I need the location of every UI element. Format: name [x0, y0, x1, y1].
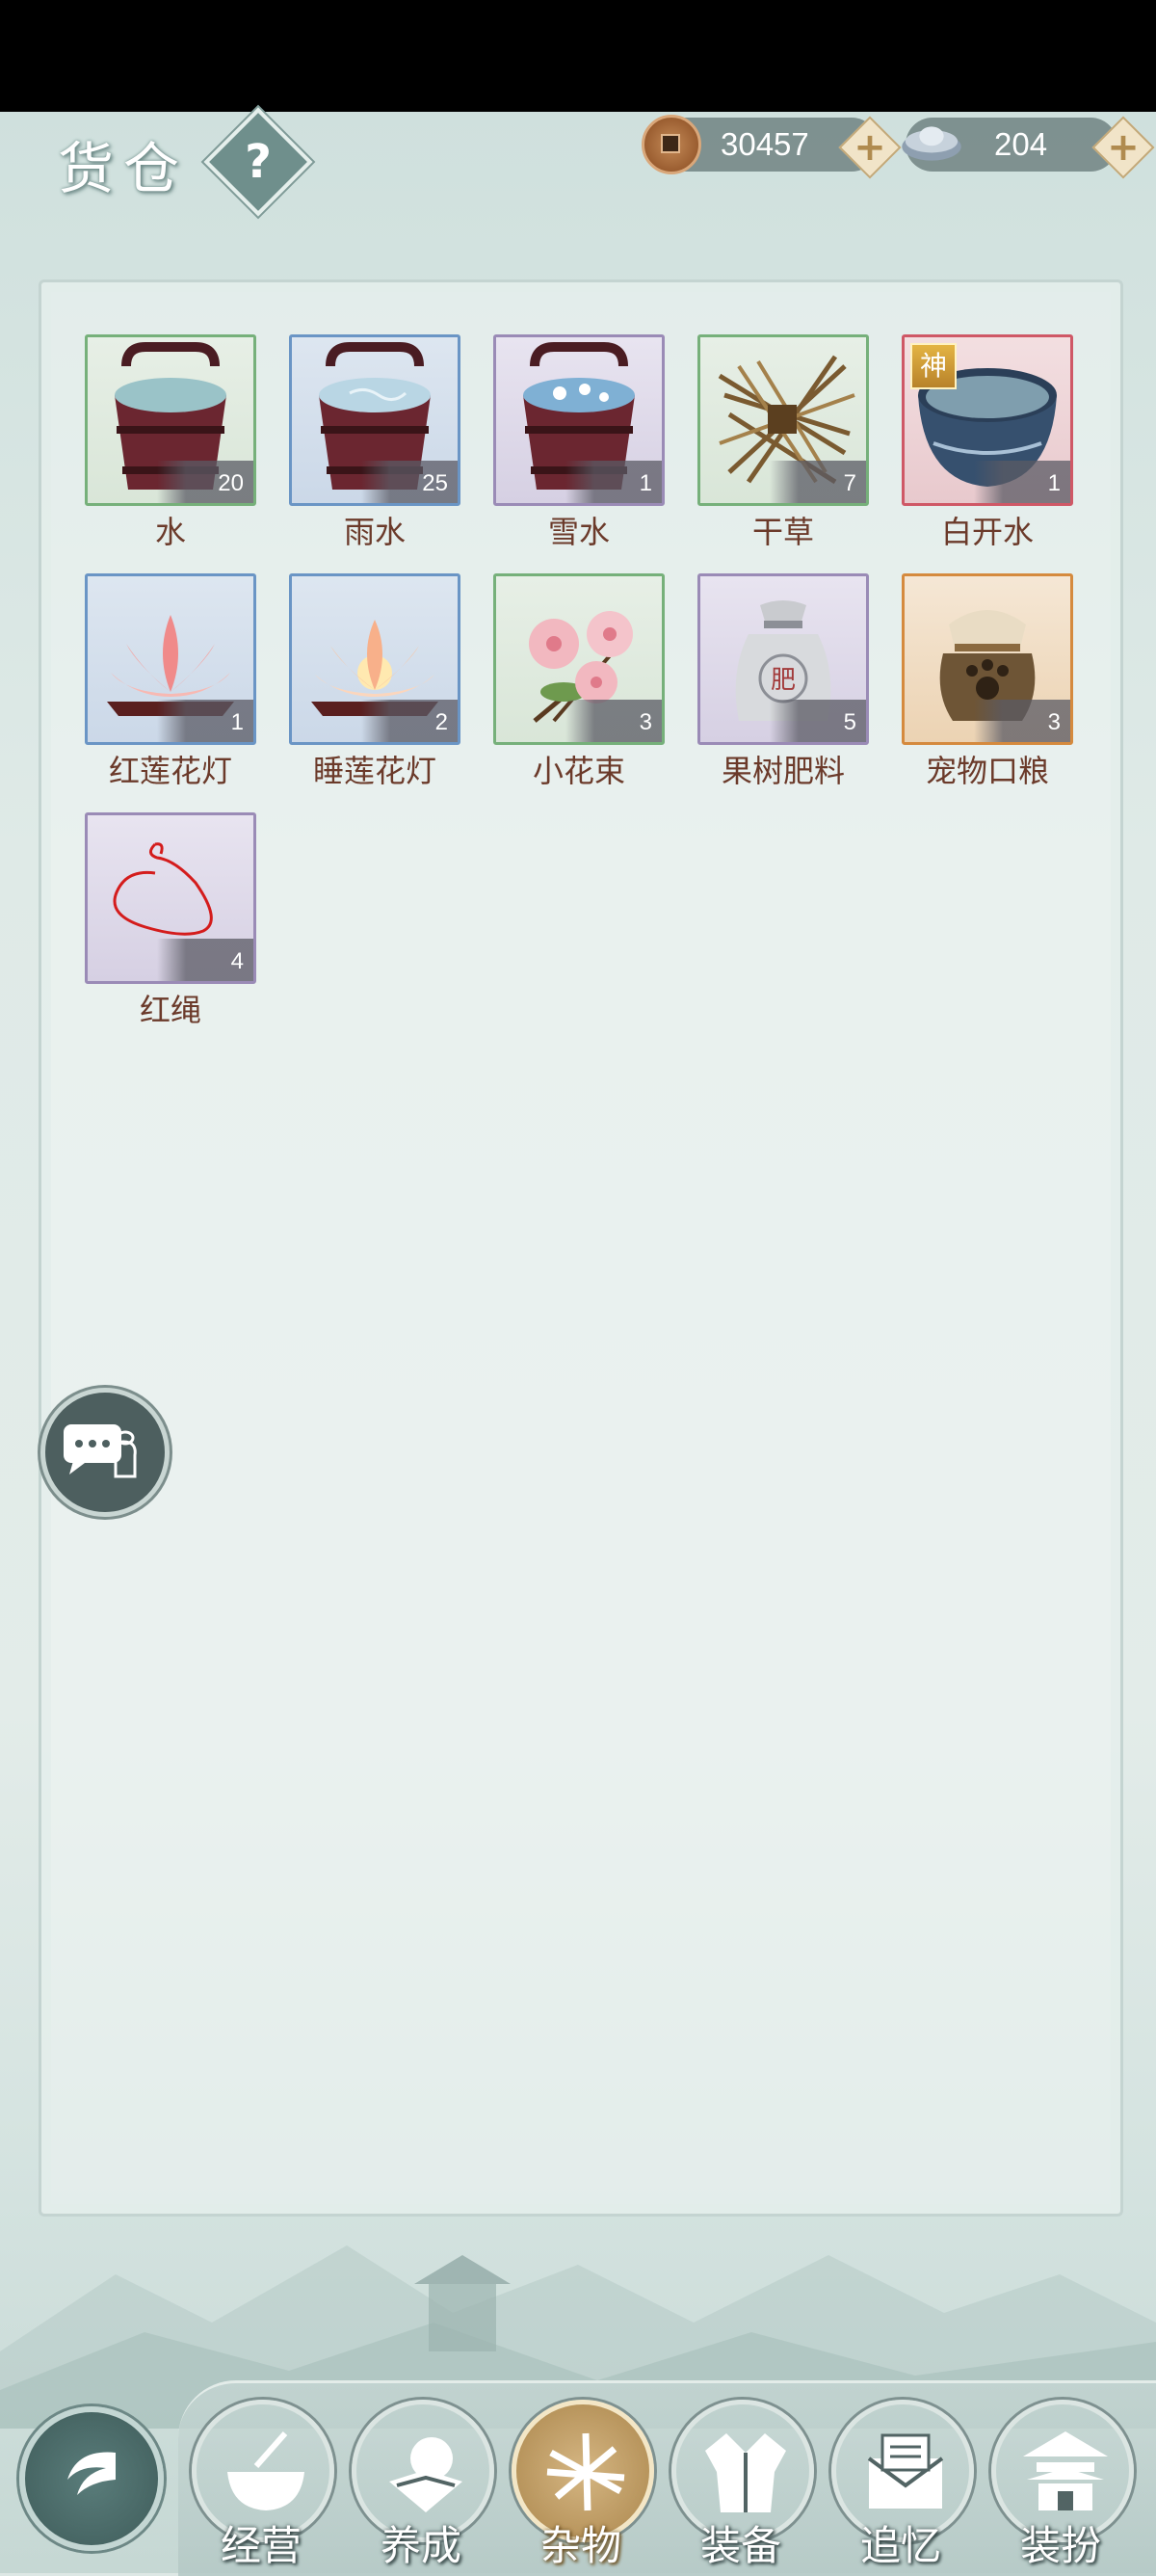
- item-slot: 肥 5: [697, 573, 869, 745]
- tab-misc[interactable]: 杂物: [509, 2400, 654, 2573]
- tab-label: 经营: [220, 2522, 302, 2569]
- silver-ingot-value: 204: [994, 126, 1048, 162]
- copper-coin-icon: [642, 115, 701, 174]
- item-slot: 3: [902, 573, 1073, 745]
- item-slot: 1: [85, 573, 256, 745]
- inventory-item-pet-food[interactable]: 3 宠物口粮: [902, 573, 1073, 797]
- item-count: 2: [434, 709, 448, 735]
- item-slot: 4: [85, 812, 256, 984]
- item-count: 1: [639, 470, 652, 496]
- question-icon: ?: [245, 135, 272, 189]
- tab-business[interactable]: 经营: [189, 2400, 334, 2573]
- page-title: 货仓: [58, 136, 190, 201]
- bowl-icon: [227, 2431, 304, 2510]
- tab-label: 追忆: [859, 2522, 941, 2569]
- back-button[interactable]: [19, 2406, 164, 2551]
- item-slot: 1: [493, 334, 665, 506]
- item-count: 25: [422, 470, 448, 496]
- item-label: 红绳: [139, 992, 201, 1028]
- item-slot: 25: [289, 334, 460, 506]
- inventory-item-hay[interactable]: 7 干草: [697, 334, 869, 558]
- item-count: 20: [218, 470, 244, 496]
- item-label: 宠物口粮: [925, 753, 1049, 789]
- inventory-item-red-lotus-lantern[interactable]: 1 红莲花灯: [85, 573, 256, 797]
- back-arrow-icon: [67, 2452, 116, 2495]
- inventory-item-fruit-tree-fertilizer[interactable]: 肥 5 果树肥料: [697, 573, 869, 797]
- tab-dress-up[interactable]: 装扮: [988, 2400, 1134, 2573]
- inventory-item-water-lily-lantern[interactable]: 2 睡莲花灯: [289, 573, 460, 797]
- copper-coin-value: 30457: [721, 126, 809, 162]
- inventory-item-water[interactable]: 20 水: [85, 334, 256, 558]
- item-count: 7: [843, 470, 856, 496]
- item-count: 1: [230, 709, 244, 735]
- item-label: 白开水: [940, 514, 1034, 550]
- tab-equipment[interactable]: 装备: [669, 2400, 814, 2573]
- inventory-item-snow-water[interactable]: 1 雪水: [493, 334, 665, 558]
- item-slot: 3: [493, 573, 665, 745]
- tab-label: 养成: [380, 2522, 461, 2569]
- silver-ingot-counter: 204: [902, 118, 1117, 172]
- inventory-item-flower-bouquet[interactable]: 3 小花束: [493, 573, 665, 797]
- divine-badge: 神: [910, 343, 957, 389]
- chat-bubble-icon: [64, 1424, 137, 1478]
- item-label: 干草: [751, 514, 814, 550]
- crystal-ball-icon: [389, 2437, 462, 2512]
- item-count: 3: [639, 709, 652, 735]
- sack-character: 肥: [771, 666, 796, 695]
- tab-memories[interactable]: 追忆: [828, 2400, 974, 2573]
- pavilion-icon: [1023, 2431, 1108, 2510]
- item-label: 雪水: [547, 514, 610, 550]
- status-bar: [0, 0, 1156, 112]
- item-count: 1: [1047, 470, 1061, 496]
- item-slot: 神 1: [902, 334, 1073, 506]
- inventory-item-rain-water[interactable]: 25 雨水: [289, 334, 460, 558]
- item-count: 3: [1047, 709, 1061, 735]
- item-label: 果树肥料: [721, 753, 845, 789]
- tab-label: 装备: [699, 2522, 781, 2569]
- item-label: 红莲花灯: [108, 753, 232, 789]
- tab-label: 杂物: [539, 2522, 621, 2569]
- robe-icon: [705, 2433, 786, 2512]
- chat-button[interactable]: [40, 1388, 170, 1517]
- item-label: 水: [154, 514, 186, 550]
- item-count: 5: [843, 709, 856, 735]
- tab-label: 装扮: [1019, 2522, 1101, 2569]
- item-label: 雨水: [343, 514, 406, 550]
- item-label: 睡莲花灯: [312, 753, 436, 789]
- tab-cultivate[interactable]: 养成: [349, 2400, 494, 2573]
- inventory-item-boiled-water[interactable]: 神 1 白开水: [902, 334, 1073, 558]
- item-slot: 20: [85, 334, 256, 506]
- item-count: 4: [230, 948, 244, 974]
- silver-ingot-icon: [902, 126, 961, 161]
- inventory-panel: [39, 279, 1123, 2217]
- item-slot: 2: [289, 573, 460, 745]
- item-label: 小花束: [532, 753, 625, 789]
- item-slot: 7: [697, 334, 869, 506]
- letter-icon: [867, 2433, 944, 2509]
- straw-bundle-icon: [546, 2432, 625, 2511]
- inventory-item-red-string[interactable]: 4 红绳: [85, 812, 256, 1036]
